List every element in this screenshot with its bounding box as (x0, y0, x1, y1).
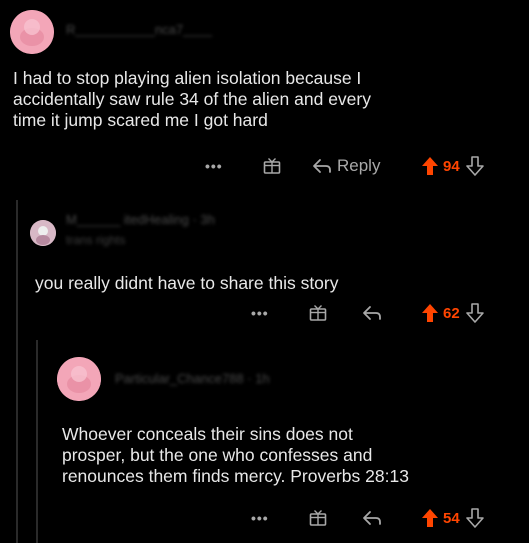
avatar[interactable] (30, 220, 56, 246)
comment-actions: ••• 54 (0, 506, 529, 530)
downvote-arrow-icon[interactable] (465, 508, 484, 528)
vote-controls: 54 (421, 506, 484, 530)
comment-username[interactable]: R___________nca7____ (66, 22, 212, 37)
comment-actions: ••• 62 (0, 301, 529, 325)
snoo-avatar-icon (10, 10, 54, 54)
avatar[interactable] (10, 10, 54, 54)
award-button[interactable] (262, 154, 282, 178)
upvote-arrow-icon[interactable] (421, 156, 439, 176)
award-button[interactable] (308, 506, 328, 530)
user-flair: trans rights (66, 233, 126, 247)
more-options-button[interactable]: ••• (251, 506, 269, 530)
vote-count: 54 (443, 509, 460, 527)
upvote-arrow-icon[interactable] (421, 303, 439, 323)
award-icon (309, 305, 327, 321)
vote-controls: 94 (421, 154, 484, 178)
reply-label: Reply (337, 156, 381, 175)
vote-count: 62 (443, 304, 460, 322)
vote-controls: 62 (421, 301, 484, 325)
comment-3: Particular_Chance7​88 · 1h Whoever conce… (0, 340, 529, 543)
reply-arrow-icon (363, 306, 381, 320)
avatar[interactable] (57, 357, 101, 401)
comment-2: M______ itedHealing · 3h trans rights yo… (0, 200, 529, 340)
more-options-button[interactable]: ••• (205, 154, 223, 178)
comment-username[interactable]: Particular_Chance7​88 · 1h (115, 371, 270, 386)
award-icon (263, 158, 281, 174)
reply-button[interactable] (362, 506, 382, 530)
vote-count: 94 (443, 157, 460, 175)
comment-body: Whoever conceals their sins does not pro… (62, 424, 409, 486)
reply-arrow-icon (313, 159, 331, 173)
downvote-arrow-icon[interactable] (465, 303, 484, 323)
reply-arrow-icon (363, 511, 381, 525)
reply-button[interactable] (362, 301, 382, 325)
comment-body: you really didnt have to share this stor… (35, 273, 339, 293)
reply-button[interactable]: Reply (312, 154, 380, 178)
comment-username[interactable]: M______ itedHealing · 3h (66, 212, 215, 227)
upvote-arrow-icon[interactable] (421, 508, 439, 528)
comment-1: R___________nca7____ I had to stop playi… (0, 0, 529, 195)
award-icon (309, 510, 327, 526)
comment-actions: ••• Reply 94 (0, 154, 529, 178)
snoo-avatar-icon (30, 220, 56, 246)
comment-body: I had to stop playing alien isolation be… (13, 68, 371, 130)
snoo-avatar-icon (57, 357, 101, 401)
award-button[interactable] (308, 301, 328, 325)
more-options-button[interactable]: ••• (251, 301, 269, 325)
downvote-arrow-icon[interactable] (465, 156, 484, 176)
